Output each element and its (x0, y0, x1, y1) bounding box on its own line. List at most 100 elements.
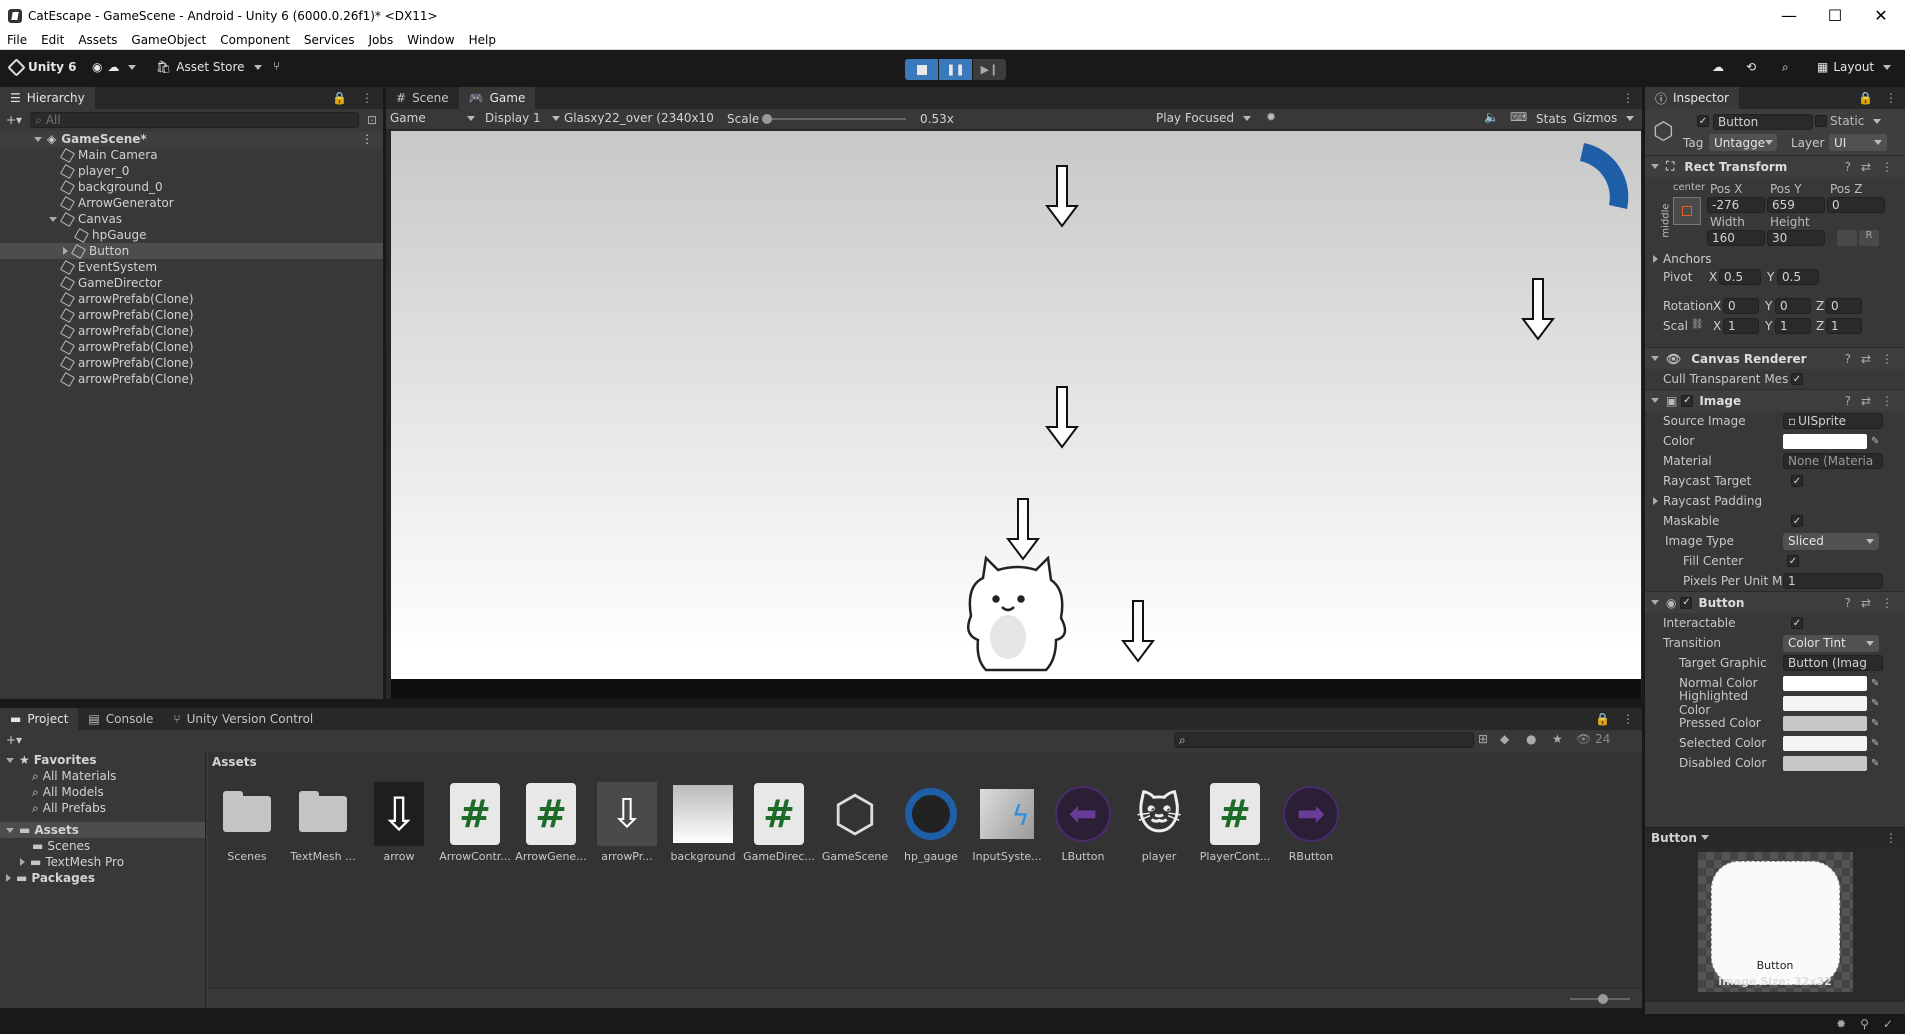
color-swatch[interactable] (1783, 433, 1867, 449)
menu-file[interactable]: File (0, 33, 34, 47)
bug-icon[interactable]: ✹ (1836, 1017, 1846, 1031)
scene-row[interactable]: ◈ GameScene* ⋮ (0, 131, 383, 147)
source-image-field[interactable]: ▫ UISprite (1783, 413, 1883, 429)
search-icon[interactable]: ⌕ (1782, 60, 1789, 75)
gizmos-dropdown[interactable]: Gizmos (1573, 111, 1635, 125)
scene-menu-icon[interactable]: ⋮ (361, 132, 373, 146)
hierarchy-item[interactable]: GameDirector (0, 275, 383, 291)
lock-icon[interactable]: 🔒 (332, 91, 347, 105)
hierarchy-item[interactable]: arrowPrefab(Clone) (0, 307, 383, 323)
eyedropper-icon[interactable]: ✎ (1871, 436, 1879, 447)
disabled-color-swatch[interactable] (1783, 755, 1867, 771)
raycast-target-checkbox[interactable]: ✓ (1791, 475, 1803, 487)
network-icon[interactable]: ⚲ (1860, 1017, 1869, 1031)
eyedropper-icon[interactable]: ✎ (1871, 698, 1879, 709)
preset-icon[interactable]: ⇄ (1861, 160, 1871, 174)
bug-icon[interactable]: ✹ (1266, 110, 1276, 124)
menu-services[interactable]: Services (297, 33, 362, 47)
anchors-foldout[interactable]: Anchors (1653, 252, 1712, 266)
width-field[interactable]: 160 (1707, 230, 1765, 246)
highlighted-color-swatch[interactable] (1783, 695, 1867, 711)
layout-dropdown[interactable]: ▦ Layout (1817, 60, 1892, 74)
eyedropper-icon[interactable]: ✎ (1871, 738, 1879, 749)
asset-item[interactable]: # ArrowGene... (515, 782, 587, 863)
selected-color-swatch[interactable] (1783, 735, 1867, 751)
ppu-field[interactable]: 1 (1783, 573, 1883, 589)
eyedropper-icon[interactable]: ✎ (1871, 758, 1879, 769)
pressed-color-swatch[interactable] (1783, 715, 1867, 731)
fill-center-checkbox[interactable]: ✓ (1787, 555, 1799, 567)
mute-audio-icon[interactable]: 🔈 (1484, 110, 1499, 124)
layer-dropdown[interactable]: UI (1829, 134, 1887, 151)
pivot-y-field[interactable]: 0.5 (1777, 269, 1819, 285)
scale-slider[interactable] (762, 114, 906, 124)
component-menu-icon[interactable]: ⋮ (1881, 394, 1893, 408)
button-component-header[interactable]: ◉ ✓ Button ? ⇄ ⋮ (1645, 591, 1905, 613)
tab-scene[interactable]: # Scene (386, 87, 459, 109)
tab-inspector[interactable]: ⓘ Inspector (1645, 87, 1739, 109)
maskable-checkbox[interactable]: ✓ (1791, 515, 1803, 527)
project-search-input[interactable]: ⌕ (1174, 732, 1474, 748)
game-mode-dropdown[interactable]: Game (390, 111, 475, 125)
hierarchy-item[interactable]: arrowPrefab(Clone) (0, 339, 383, 355)
menu-help[interactable]: Help (462, 33, 503, 47)
stats-button[interactable]: Stats (1536, 112, 1567, 126)
posx-field[interactable]: -276 (1707, 197, 1765, 213)
tab-version-control[interactable]: ⑂ Unity Version Control (163, 708, 323, 730)
help-icon[interactable]: ? (1845, 394, 1851, 408)
game-viewport[interactable] (391, 131, 1641, 679)
tab-project[interactable]: ▬ Project (0, 708, 79, 730)
button-enabled-checkbox[interactable]: ✓ (1680, 596, 1693, 609)
more-menu-icon[interactable]: ⋮ (1885, 831, 1897, 845)
canvas-renderer-header[interactable]: 👁 Canvas Renderer ? ⇄ ⋮ (1645, 347, 1905, 369)
hierarchy-item[interactable]: Canvas (0, 211, 383, 227)
folder-row[interactable]: ▬ Scenes (0, 838, 205, 854)
static-checkbox[interactable] (1815, 115, 1827, 127)
rotation-x-field[interactable]: 0 (1723, 298, 1759, 314)
favorite-icon[interactable]: ★ (1552, 732, 1563, 746)
asset-item[interactable]: # PlayerCont... (1199, 782, 1271, 863)
menu-window[interactable]: Window (400, 33, 461, 47)
account-dropdown[interactable]: ◉ ☁ (92, 60, 137, 74)
breadcrumb-assets[interactable]: Assets (212, 755, 257, 769)
posz-field[interactable]: 0 (1827, 197, 1885, 213)
assets-folder-row[interactable]: ▬ Assets (0, 822, 205, 838)
preset-icon[interactable]: ⇄ (1861, 596, 1871, 610)
rect-transform-header[interactable]: ⛶ Rect Transform ? ⇄ ⋮ (1645, 155, 1905, 177)
check-icon[interactable]: ✓ (1883, 1017, 1893, 1031)
packages-folder-row[interactable]: ▬ Packages (0, 870, 205, 886)
blueprint-mode-button[interactable] (1837, 230, 1857, 246)
asset-item[interactable]: Scenes (211, 782, 283, 863)
close-button[interactable]: ✕ (1858, 0, 1904, 31)
hierarchy-search-input[interactable]: ⌕ All (30, 112, 359, 128)
hierarchy-item[interactable]: arrowPrefab(Clone) (0, 371, 383, 387)
more-menu-icon[interactable]: ⋮ (1622, 91, 1634, 105)
asset-item[interactable]: ⬡ GameScene (819, 782, 891, 863)
component-menu-icon[interactable]: ⋮ (1881, 596, 1893, 610)
filter-by-label-icon[interactable]: ◆ (1500, 732, 1509, 746)
asset-item[interactable]: ⇩ arrowPr... (591, 782, 663, 863)
rotation-z-field[interactable]: 0 (1826, 298, 1862, 314)
asset-item[interactable]: 🐱 player (1123, 782, 1195, 864)
favorite-item[interactable]: ⌕ All Prefabs (0, 800, 205, 816)
material-field[interactable]: None (Materia (1783, 453, 1883, 469)
folder-row[interactable]: ▬ TextMesh Pro (0, 854, 205, 870)
active-checkbox[interactable]: ✓ (1697, 115, 1709, 127)
eyedropper-icon[interactable]: ✎ (1871, 678, 1879, 689)
scene-visibility-icon[interactable]: ⊡ (367, 113, 377, 127)
hierarchy-item[interactable]: arrowPrefab(Clone) (0, 291, 383, 307)
shortcut-icon[interactable]: ⌨ (1510, 110, 1527, 124)
asset-item[interactable]: TextMesh ... (287, 782, 359, 863)
hierarchy-item[interactable]: ArrowGenerator (0, 195, 383, 211)
asset-item[interactable]: # GameDirec... (743, 782, 815, 863)
interactable-checkbox[interactable]: ✓ (1791, 617, 1803, 629)
display-dropdown[interactable]: Display 1 (485, 111, 560, 125)
hierarchy-item[interactable]: player_0 (0, 163, 383, 179)
normal-color-swatch[interactable] (1783, 675, 1867, 691)
maximize-button[interactable]: ☐ (1812, 0, 1858, 31)
hierarchy-item[interactable]: hpGauge (0, 227, 383, 243)
favorite-item[interactable]: ⌕ All Materials (0, 768, 205, 784)
menu-assets[interactable]: Assets (71, 33, 124, 47)
pause-button[interactable]: ❚❚ (939, 59, 972, 80)
more-menu-icon[interactable]: ⋮ (1885, 91, 1897, 105)
